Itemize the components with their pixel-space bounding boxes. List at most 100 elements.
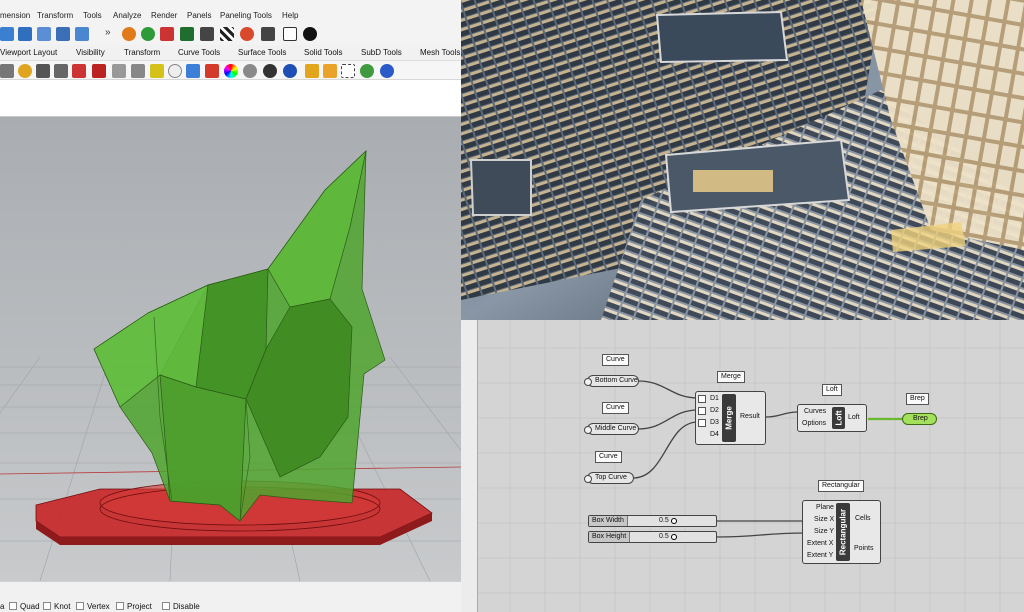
render-icon[interactable] xyxy=(160,27,174,41)
rect-input-size-y[interactable]: Size Y xyxy=(814,528,834,535)
layer-icon[interactable] xyxy=(186,64,200,78)
menu-help[interactable]: Help xyxy=(282,11,298,20)
help-icon[interactable] xyxy=(380,64,394,78)
cplane-icon[interactable] xyxy=(150,64,164,78)
osnap-disable-checkbox[interactable] xyxy=(162,602,170,610)
toolbar-overflow-chevron[interactable]: » xyxy=(105,27,111,38)
brep-param[interactable]: Brep xyxy=(902,413,937,425)
rectangular-component[interactable]: Plane Size X Size Y Extent X Extent Y Re… xyxy=(802,500,881,564)
highlight-icon[interactable] xyxy=(305,64,319,78)
join-icon[interactable] xyxy=(0,27,14,41)
menu-paneling-tools[interactable]: Paneling Tools xyxy=(220,11,272,20)
refresh-icon[interactable] xyxy=(141,27,155,41)
material-icon[interactable] xyxy=(205,64,219,78)
merge-component[interactable]: D1 D2 D3 D4 Merge Result xyxy=(695,391,766,445)
loft-core: Loft xyxy=(832,407,845,429)
tab-mesh-tools[interactable]: Mesh Tools xyxy=(420,48,460,57)
menu-transform[interactable]: Transform xyxy=(37,11,73,20)
globe-icon[interactable] xyxy=(283,64,297,78)
info-icon[interactable] xyxy=(303,27,317,41)
rect-input-size-x[interactable]: Size X xyxy=(814,516,834,523)
named-view-icon[interactable] xyxy=(92,64,106,78)
osnap-project[interactable]: Project xyxy=(116,602,152,611)
tab-surface-tools[interactable]: Surface Tools xyxy=(238,48,286,57)
osnap-vertex[interactable]: Vertex xyxy=(76,602,110,611)
rect-input-plane[interactable]: Plane xyxy=(816,504,834,511)
camera-icon[interactable] xyxy=(112,64,126,78)
dimension-icon[interactable] xyxy=(323,64,337,78)
tab-subd-tools[interactable]: SubD Tools xyxy=(361,48,402,57)
bottom-curve-param[interactable]: Bottom Curve xyxy=(584,375,639,387)
osnap-project-checkbox[interactable] xyxy=(116,602,124,610)
explode-icon[interactable] xyxy=(18,27,32,41)
tab-viewport-layout[interactable]: Viewport Layout xyxy=(0,48,57,57)
box-height-slider-knob[interactable] xyxy=(671,534,677,540)
osnap-quad-checkbox[interactable] xyxy=(9,602,17,610)
menu-dimension[interactable]: mension xyxy=(0,11,30,20)
facade-photo-image xyxy=(461,0,1024,320)
split-icon[interactable] xyxy=(56,27,70,41)
merge-input-d2[interactable]: D2 xyxy=(710,407,719,414)
tab-solid-tools[interactable]: Solid Tools xyxy=(304,48,343,57)
merge-input-d1[interactable]: D1 xyxy=(710,395,719,402)
settings-gear-icon[interactable] xyxy=(261,27,275,41)
trim-icon[interactable] xyxy=(37,27,51,41)
box-height-slider[interactable]: Box Height 0.5 xyxy=(588,531,717,543)
rotate-view-icon[interactable] xyxy=(54,64,68,78)
color-wheel-icon[interactable] xyxy=(224,64,238,78)
rect-input-extent-x[interactable]: Extent X xyxy=(807,540,833,547)
menu-analyze[interactable]: Analyze xyxy=(113,11,141,20)
plan-view-icon[interactable] xyxy=(131,64,145,78)
grasshopper-canvas[interactable]: Curve Bottom Curve Curve Middle Curve Cu… xyxy=(461,320,1024,612)
car-icon[interactable] xyxy=(72,64,86,78)
tab-transform[interactable]: Transform xyxy=(124,48,160,57)
select-icon[interactable] xyxy=(0,64,14,78)
graft-icon-d3 xyxy=(698,419,706,427)
osnap-quad[interactable]: Quad xyxy=(9,602,40,611)
box-width-slider[interactable]: Box Width 0.5 xyxy=(588,515,717,527)
bounding-box-icon[interactable] xyxy=(341,64,355,78)
merge-input-d4[interactable]: D4 xyxy=(710,431,719,438)
grasshopper-icon[interactable] xyxy=(180,27,194,41)
box-width-slider-knob[interactable] xyxy=(671,518,677,524)
zoom-icon[interactable] xyxy=(18,64,32,78)
rect-input-extent-y[interactable]: Extent Y xyxy=(807,552,833,559)
zoom-window-icon[interactable] xyxy=(36,64,50,78)
sphere-icon[interactable] xyxy=(243,64,257,78)
middle-curve-param[interactable]: Middle Curve xyxy=(584,423,639,435)
upload-icon[interactable] xyxy=(240,27,254,41)
loft-output[interactable]: Loft xyxy=(848,414,860,421)
tab-visibility[interactable]: Visibility xyxy=(76,48,105,57)
loft-input-options[interactable]: Options xyxy=(802,420,826,427)
merge-input-d3[interactable]: D3 xyxy=(710,419,719,426)
status-fragment: a xyxy=(0,602,5,611)
perspective-viewport[interactable] xyxy=(0,117,461,581)
merge-output-result[interactable]: Result xyxy=(740,413,760,420)
script-icon[interactable] xyxy=(200,27,214,41)
loft-input-curves[interactable]: Curves xyxy=(804,408,826,415)
web-icon[interactable] xyxy=(360,64,374,78)
sun-icon[interactable] xyxy=(122,27,136,41)
tab-curve-tools[interactable]: Curve Tools xyxy=(178,48,220,57)
dark-sphere-icon[interactable] xyxy=(263,64,277,78)
osnap-knot-checkbox[interactable] xyxy=(43,602,51,610)
loft-component[interactable]: Curves Options Loft Loft xyxy=(797,404,867,432)
menu-panels[interactable]: Panels xyxy=(187,11,211,20)
menu-tools[interactable]: Tools xyxy=(83,11,102,20)
toolbar-tabs: Viewport Layout Visibility Transform Cur… xyxy=(0,45,461,61)
osnap-knot[interactable]: Knot xyxy=(43,602,70,611)
mail-icon[interactable] xyxy=(283,27,297,41)
graft-icon-d2 xyxy=(698,407,706,415)
top-curve-param[interactable]: Top Curve xyxy=(584,472,634,484)
rect-output-cells[interactable]: Cells xyxy=(855,515,871,522)
osnap-disable[interactable]: Disable xyxy=(162,602,200,611)
osnap-vertex-checkbox[interactable] xyxy=(76,602,84,610)
group-icon[interactable] xyxy=(75,27,89,41)
menu-bar: mension Transform Tools Analyze Render P… xyxy=(0,8,461,25)
light-bulb-icon[interactable] xyxy=(168,64,182,78)
menu-render[interactable]: Render xyxy=(151,11,177,20)
rect-output-points[interactable]: Points xyxy=(854,545,873,552)
command-history[interactable] xyxy=(0,80,461,117)
canvas-grid xyxy=(478,320,1024,612)
checker-icon[interactable] xyxy=(220,27,234,41)
